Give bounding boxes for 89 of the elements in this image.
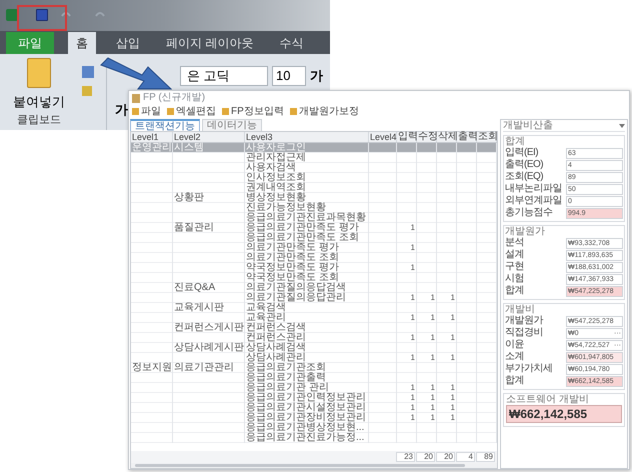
group-title: 개발원가 <box>505 226 546 237</box>
column-header[interactable]: 삭제 <box>437 132 457 142</box>
column-header[interactable]: 수정 <box>417 132 437 142</box>
ribbon-tab[interactable]: 삽입 <box>110 32 146 54</box>
table-row[interactable]: 응급의료기관진료가능정... <box>131 433 497 443</box>
highlight-frame <box>17 5 67 31</box>
total-cell: 20 <box>416 452 435 462</box>
table-row[interactable]: 응급의료기관출력 <box>131 373 497 383</box>
table-row[interactable]: 응급의료기관인력정보관리 1 1 1 <box>131 393 497 403</box>
table-cell: 응급의료기관진료가능정... <box>245 433 369 443</box>
ribbon-tab[interactable]: 홈 <box>68 32 96 54</box>
table-row[interactable]: 약국정보만족도 평가 1 <box>131 263 497 273</box>
total-cell: 4 <box>456 452 475 462</box>
table-row[interactable]: 약국정보만족도 조회 <box>131 273 497 283</box>
bold-glyph[interactable]: 가 <box>115 102 128 117</box>
table-row[interactable]: 권계내역조회 <box>131 183 497 193</box>
ribbon-tab[interactable]: 수식 <box>273 32 310 54</box>
table-row[interactable]: 진료가능정보현황 <box>131 203 497 213</box>
field-label: 부가가치세 <box>505 364 554 374</box>
column-header[interactable]: Level4 <box>369 132 397 142</box>
field-label: 총기능점수 <box>505 208 554 218</box>
table-row[interactable]: 상담사례관리 1 1 1 <box>131 353 497 363</box>
column-header[interactable]: Level3 <box>245 132 369 142</box>
field-label: 합계 <box>505 286 525 296</box>
font-name-field[interactable]: 은 고딕 <box>180 66 268 86</box>
table-row[interactable]: 응급의료기관만족도 조회 <box>131 233 497 243</box>
field-label: 입력(EI) <box>505 148 540 158</box>
table-row[interactable]: 의료기관만족도 조회 <box>131 253 497 263</box>
table-row[interactable]: 의료기관만족도 평가 1 <box>131 243 497 253</box>
table-row[interactable]: 품질관리 응급의료기관만족도 평가 1 <box>131 223 497 233</box>
field-label: 외부연계파일 <box>505 196 563 206</box>
table-row[interactable]: 인사정보조회 <box>131 173 497 183</box>
panel-title: 개발비산출 <box>503 120 553 130</box>
table-row[interactable]: 응급의료기관장비정보관리 1 1 1 <box>131 413 497 423</box>
table-row[interactable]: 관리자접근제 <box>131 153 497 163</box>
field-label: 내부논리파일 <box>505 184 563 194</box>
toolbar-button[interactable]: 파일 <box>132 106 161 116</box>
table-row[interactable]: 의료기관질의응답관리 1 1 1 <box>131 293 497 303</box>
table-row[interactable]: 정보지원 의료기관관리 응급의료기관조회 <box>131 363 497 373</box>
horizontal-scrollbar[interactable] <box>131 463 497 468</box>
ribbon-tab[interactable]: 페이지 레이아웃 <box>160 32 260 54</box>
clipboard-group-label: 클립보드 <box>17 112 61 128</box>
toolbar-button[interactable]: 엑셀편집 <box>167 106 216 116</box>
table-row[interactable]: 진료Q&A 의료기관질의응답검색 <box>131 283 497 293</box>
pointer-arrow <box>100 57 172 90</box>
view-tab[interactable]: 트랜잭션기능 <box>130 119 200 131</box>
column-header[interactable]: 입력 <box>397 132 417 142</box>
field-label: 합계 <box>505 376 525 386</box>
column-header[interactable]: 출력 <box>457 132 477 142</box>
field-label: 소계 <box>505 352 525 362</box>
field-label: 직접경비 <box>505 328 544 338</box>
table-row[interactable]: 응급의료기관진료과목현황 <box>131 213 497 223</box>
table-row[interactable]: 상담사례게시판 상담사례검색 <box>131 343 497 353</box>
table-row[interactable]: 컨퍼런스게시판 컨퍼런스검색 <box>131 323 497 333</box>
field-label: 개발원가 <box>505 316 544 326</box>
table-row[interactable]: 응급의료기관시설정보관리 1 1 1 <box>131 403 497 413</box>
table-row[interactable]: 응급의료기관 관리 1 1 1 <box>131 383 497 393</box>
group-title: 소프트웨어 개발비 <box>506 394 590 405</box>
column-header[interactable]: 조회 <box>477 132 497 142</box>
caret-icon[interactable] <box>619 124 625 128</box>
toolbar-button[interactable]: FP정보입력 <box>222 106 284 116</box>
field-label: 출력(EO) <box>505 160 544 170</box>
column-header[interactable]: Level2 <box>173 132 245 142</box>
total-cell: 89 <box>476 452 495 462</box>
font-size-field[interactable]: 10 <box>272 66 306 86</box>
font-glyph[interactable]: 가 <box>310 66 323 88</box>
column-header[interactable]: Level1 <box>131 132 173 142</box>
group-title: 합계 <box>505 136 526 147</box>
window-title: FP (신규개발) <box>143 93 206 103</box>
paste-label[interactable]: 붙여넣기 <box>13 92 65 112</box>
table-row[interactable]: 응급의료기관병상정보현... <box>131 423 497 433</box>
group-title: 개발비 <box>505 304 536 315</box>
total-cell: 23 <box>396 452 415 462</box>
table-row[interactable]: 상황판 병상정보현황 <box>131 193 497 203</box>
table-row[interactable]: 컨퍼런스관리 1 1 1 <box>131 333 497 343</box>
field-label: 시험 <box>505 274 525 284</box>
field-label: 구현 <box>505 262 525 272</box>
field-label: 조회(EQ) <box>505 172 544 182</box>
table-row[interactable]: 사용자검색 <box>131 163 497 173</box>
ribbon-tab[interactable]: 파일 <box>6 32 54 54</box>
total-cost-field: ₩662,142,585 <box>506 405 622 423</box>
field-label: 이윤 <box>505 340 525 350</box>
table-row[interactable]: 교육관리 1 1 1 <box>131 313 497 323</box>
view-tab[interactable]: 데이터기능 <box>202 119 262 131</box>
field-label: 설계 <box>505 250 525 260</box>
total-cell: 20 <box>436 452 455 462</box>
table-row[interactable]: 교육게시판 교육검색 <box>131 303 497 313</box>
field-label: 분석 <box>505 238 525 248</box>
toolbar-button[interactable]: 개발원가보정 <box>290 106 359 116</box>
